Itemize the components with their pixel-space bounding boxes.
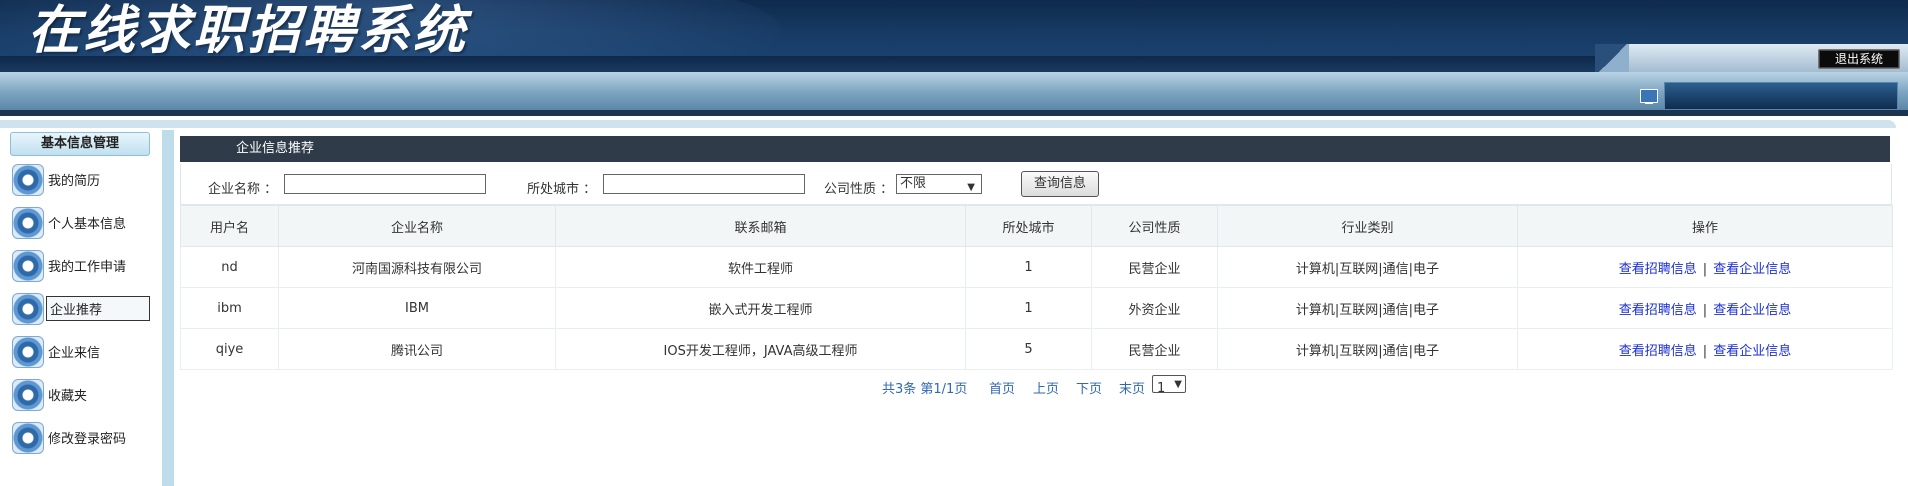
- content-band-line: [0, 120, 1896, 128]
- column-header: 行业类别: [1217, 205, 1518, 247]
- sidebar-item-label: 个人基本信息: [48, 217, 127, 232]
- cell-actions: 查看招聘信息 | 查看企业信息: [1517, 328, 1893, 370]
- action-separator: |: [1702, 302, 1708, 318]
- sidebar-item-label: 修改登录密码: [48, 432, 127, 447]
- sidebar-item-change-password[interactable]: 修改登录密码: [10, 420, 150, 454]
- company-table: 用户名 企业名称 联系邮箱 所处城市 公司性质 行业类别 操作 nd 河南国源科…: [180, 205, 1893, 370]
- panel-title: 企业信息推荐: [236, 141, 315, 156]
- sidebar-item-label: 收藏夹: [48, 389, 88, 404]
- status-box: [1664, 82, 1898, 110]
- sidebar-item-label: 我的简历: [48, 174, 101, 189]
- first-page-link[interactable]: 首页: [989, 378, 1015, 397]
- cell-city: 1: [965, 246, 1092, 288]
- company-nature-label: 公司性质 ：: [824, 182, 894, 197]
- cell-user: qiye: [180, 328, 279, 370]
- cell-company: IBM: [278, 287, 556, 329]
- sidebar: 基本信息管理 我的简历 个人基本信息 我的工作申请 企业推荐 企业来信 收藏夹 …: [0, 130, 174, 486]
- gear-icon: [12, 164, 44, 196]
- monitor-icon: [1640, 89, 1658, 104]
- city-input[interactable]: [603, 174, 805, 194]
- company-name-label: 企业名称 ：: [208, 182, 278, 197]
- cell-industry: 计算机|互联网|通信|电子: [1217, 246, 1518, 288]
- pagination-summary: 共3条 第1/1页: [882, 382, 968, 397]
- column-header: 公司性质: [1091, 205, 1218, 247]
- chevron-down-icon: ▼: [967, 182, 975, 193]
- query-button[interactable]: 查询信息: [1021, 171, 1099, 197]
- gear-icon: [12, 250, 44, 282]
- cell-nature: 外资企业: [1091, 287, 1218, 329]
- cell-industry: 计算机|互联网|通信|电子: [1217, 328, 1518, 370]
- view-company-link[interactable]: 查看企业信息: [1713, 303, 1791, 318]
- table-row: ibm IBM 嵌入式开发工程师 1 外资企业 计算机|互联网|通信|电子 查看…: [180, 287, 1893, 329]
- cell-user: ibm: [180, 287, 279, 329]
- cell-city: 1: [965, 287, 1092, 329]
- gear-icon: [12, 422, 44, 454]
- cell-actions: 查看招聘信息 | 查看企业信息: [1517, 287, 1893, 329]
- cell-actions: 查看招聘信息 | 查看企业信息: [1517, 246, 1893, 288]
- cell-user: nd: [180, 246, 279, 288]
- sidebar-item-company-recommend[interactable]: 企业推荐: [10, 291, 150, 325]
- cell-industry: 计算机|互联网|通信|电子: [1217, 287, 1518, 329]
- logout-button[interactable]: 退出系统: [1818, 49, 1900, 69]
- chevron-down-icon: ▼: [1174, 379, 1182, 390]
- cell-company: 河南国源科技有限公司: [278, 246, 556, 288]
- table-header-row: 用户名 企业名称 联系邮箱 所处城市 公司性质 行业类别 操作: [180, 205, 1893, 247]
- city-label: 所处城市 ：: [527, 182, 597, 197]
- gear-icon: [12, 336, 44, 368]
- sidebar-item-label: 企业来信: [48, 346, 101, 361]
- sidebar-title: 基本信息管理: [10, 132, 150, 156]
- action-separator: |: [1702, 261, 1708, 277]
- table-row: qiye 腾讯公司 IOS开发工程师，JAVA高级工程师 5 民营企业 计算机|…: [180, 328, 1893, 370]
- sidebar-item-favorites[interactable]: 收藏夹: [10, 377, 150, 411]
- sidebar-item-job-applications[interactable]: 我的工作申请: [10, 248, 150, 282]
- company-nature-value: 不限: [900, 176, 927, 191]
- cell-nature: 民营企业: [1091, 246, 1218, 288]
- logout-area-notch: [1595, 44, 1629, 74]
- sidebar-item-company-messages[interactable]: 企业来信: [10, 334, 150, 368]
- gear-icon: [12, 379, 44, 411]
- cell-email: IOS开发工程师，JAVA高级工程师: [555, 328, 966, 370]
- cell-nature: 民营企业: [1091, 328, 1218, 370]
- pagination: 共3条 第1/1页 首页 上页 下页 末页 1 ▼: [174, 374, 1896, 398]
- main-panel: 企业信息推荐 企业名称 ： 所处城市 ： 公司性质 ： 不限 ▼ 查询信息 用户…: [174, 130, 1896, 486]
- cell-email: 嵌入式开发工程师: [555, 287, 966, 329]
- sidebar-item-personal-info[interactable]: 个人基本信息: [10, 205, 150, 239]
- table-row: nd 河南国源科技有限公司 软件工程师 1 民营企业 计算机|互联网|通信|电子…: [180, 246, 1893, 288]
- column-header: 所处城市: [965, 205, 1092, 247]
- company-nature-select[interactable]: 不限 ▼: [896, 174, 982, 194]
- company-name-input[interactable]: [284, 174, 486, 194]
- sidebar-item-label: 我的工作申请: [48, 260, 127, 275]
- last-page-link[interactable]: 末页: [1119, 378, 1145, 397]
- view-jobs-link[interactable]: 查看招聘信息: [1619, 262, 1697, 277]
- column-header: 联系邮箱: [555, 205, 966, 247]
- prev-page-link[interactable]: 上页: [1033, 378, 1059, 397]
- view-company-link[interactable]: 查看企业信息: [1713, 344, 1791, 359]
- view-company-link[interactable]: 查看企业信息: [1713, 262, 1791, 277]
- panel-header: 企业信息推荐: [180, 136, 1890, 162]
- gear-icon: [12, 207, 44, 239]
- page-select-value: 1: [1157, 381, 1166, 396]
- page-select[interactable]: 1 ▼: [1152, 375, 1186, 396]
- sub-bar: [0, 72, 1908, 116]
- content-band: [0, 116, 1908, 130]
- sidebar-rail: [162, 130, 174, 486]
- column-header: 企业名称: [278, 205, 556, 247]
- cell-city: 5: [965, 328, 1092, 370]
- app-title: 在线求职招聘系统: [28, 0, 469, 61]
- view-jobs-link[interactable]: 查看招聘信息: [1619, 303, 1697, 318]
- sidebar-item-label: 企业推荐: [46, 296, 150, 321]
- column-header: 用户名: [180, 205, 279, 247]
- column-header: 操作: [1517, 205, 1893, 247]
- cell-email: 软件工程师: [555, 246, 966, 288]
- next-page-link[interactable]: 下页: [1076, 378, 1102, 397]
- cell-company: 腾讯公司: [278, 328, 556, 370]
- search-form: 企业名称 ： 所处城市 ： 公司性质 ： 不限 ▼ 查询信息: [180, 164, 1892, 205]
- action-separator: |: [1702, 343, 1708, 359]
- view-jobs-link[interactable]: 查看招聘信息: [1619, 344, 1697, 359]
- sidebar-item-resume[interactable]: 我的简历: [10, 162, 150, 196]
- gear-icon: [12, 293, 44, 325]
